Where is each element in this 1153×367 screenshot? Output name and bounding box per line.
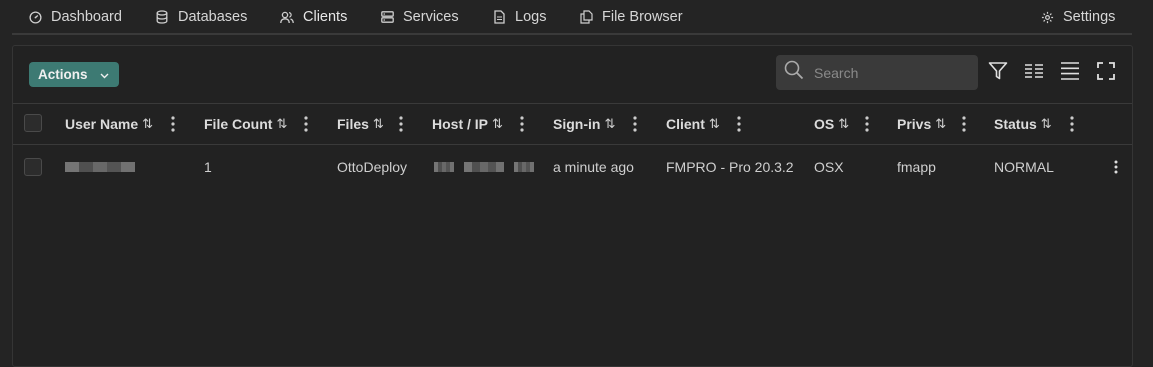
sort-icon[interactable]: ⇅ bbox=[276, 116, 287, 132]
settings-link[interactable]: Settings bbox=[1040, 0, 1115, 34]
column-menu-icon[interactable] bbox=[959, 104, 969, 144]
tab-label: Dashboard bbox=[51, 9, 122, 25]
cell-os: OSX bbox=[814, 159, 844, 175]
sort-icon[interactable]: ⇅ bbox=[492, 116, 503, 132]
sort-icon[interactable]: ⇅ bbox=[1041, 116, 1052, 132]
column-menu-icon[interactable] bbox=[862, 104, 872, 144]
table-header: User Name ⇅ File Count ⇅ Files ⇅ Host / IP ⇅… bbox=[13, 103, 1132, 145]
nav-divider bbox=[12, 33, 1132, 35]
tab-label: File Browser bbox=[602, 9, 683, 25]
settings-label: Settings bbox=[1063, 9, 1116, 25]
column-header-privs[interactable]: Privs ⇅ bbox=[897, 104, 946, 144]
gear-icon bbox=[1040, 10, 1054, 24]
row-menu-icon[interactable] bbox=[1111, 144, 1121, 190]
column-menu-icon[interactable] bbox=[734, 104, 744, 144]
sort-icon[interactable]: ⇅ bbox=[604, 116, 615, 132]
sort-icon[interactable]: ⇅ bbox=[838, 116, 849, 132]
tab-label: Clients bbox=[303, 9, 348, 25]
database-icon bbox=[155, 10, 169, 24]
filter-button[interactable] bbox=[987, 61, 1009, 86]
search-input[interactable] bbox=[812, 63, 966, 82]
table-row[interactable]: 1 OttoDeploy a minute ago FMPRO - Pro 20… bbox=[13, 144, 1132, 190]
column-header-os[interactable]: OS ⇅ bbox=[814, 104, 849, 144]
tab-label: Databases bbox=[178, 9, 248, 25]
columns-button[interactable] bbox=[1023, 62, 1045, 84]
column-menu-icon[interactable] bbox=[396, 104, 406, 144]
sort-icon[interactable]: ⇅ bbox=[142, 116, 153, 132]
column-header-host-ip[interactable]: Host / IP ⇅ bbox=[432, 104, 503, 144]
tab-label: Logs bbox=[515, 9, 547, 25]
tab-databases[interactable]: Databases bbox=[155, 0, 247, 34]
column-menu-icon[interactable] bbox=[517, 104, 527, 144]
lines-icon bbox=[1060, 61, 1080, 86]
sort-icon[interactable]: ⇅ bbox=[709, 116, 720, 132]
columns-icon bbox=[1024, 63, 1044, 84]
cell-status: NORMAL bbox=[994, 159, 1054, 175]
gauge-icon bbox=[28, 10, 42, 24]
top-nav: Dashboard Databases Clients Services Log… bbox=[0, 0, 1153, 35]
sort-icon[interactable]: ⇅ bbox=[373, 116, 384, 132]
filter-icon bbox=[988, 61, 1008, 86]
tab-logs[interactable]: Logs bbox=[492, 0, 546, 34]
column-menu-icon[interactable] bbox=[1067, 104, 1077, 144]
tab-label: Services bbox=[403, 9, 459, 25]
clients-panel: Actions User Name⇅ File Count⇅ bbox=[12, 45, 1133, 367]
column-header-status[interactable]: Status ⇅ bbox=[994, 104, 1052, 144]
column-menu-icon[interactable] bbox=[630, 104, 640, 144]
row-checkbox[interactable] bbox=[24, 158, 42, 176]
files-icon bbox=[579, 10, 593, 24]
document-icon bbox=[492, 10, 506, 24]
select-all-checkbox[interactable] bbox=[24, 114, 42, 132]
redacted-host-ip bbox=[434, 162, 454, 172]
cell-privs: fmapp bbox=[897, 159, 936, 175]
column-menu-icon[interactable] bbox=[168, 104, 178, 144]
fullscreen-icon bbox=[1097, 61, 1115, 85]
column-header-user-name[interactable]: User Name ⇅ bbox=[65, 104, 153, 144]
actions-button[interactable]: Actions bbox=[29, 62, 119, 87]
density-button[interactable] bbox=[1059, 61, 1081, 86]
redacted-host-ip-part bbox=[514, 162, 534, 172]
tab-clients[interactable]: Clients bbox=[262, 0, 364, 35]
tab-file-browser[interactable]: File Browser bbox=[579, 0, 683, 34]
cell-sign-in: a minute ago bbox=[553, 159, 634, 175]
cell-user-name bbox=[65, 144, 135, 190]
column-header-files[interactable]: Files ⇅ bbox=[337, 104, 384, 144]
users-icon bbox=[280, 10, 294, 24]
search-box[interactable] bbox=[776, 55, 978, 90]
server-icon bbox=[380, 10, 394, 24]
search-icon bbox=[784, 60, 804, 85]
column-header-file-count[interactable]: File Count ⇅ bbox=[204, 104, 287, 144]
actions-label: Actions bbox=[38, 67, 88, 82]
cell-host-ip bbox=[434, 144, 534, 190]
fullscreen-button[interactable] bbox=[1095, 61, 1117, 85]
column-header-sign-in[interactable]: Sign-in ⇅ bbox=[553, 104, 615, 144]
cell-client: FMPRO - Pro 20.3.2 bbox=[666, 159, 794, 175]
redacted-host-ip-part bbox=[464, 162, 504, 172]
cell-file-count: 1 bbox=[204, 159, 212, 175]
column-menu-icon[interactable] bbox=[301, 104, 311, 144]
sort-icon[interactable]: ⇅ bbox=[935, 116, 946, 132]
tab-dashboard[interactable]: Dashboard bbox=[28, 0, 122, 34]
chevron-down-icon bbox=[100, 67, 109, 82]
column-header-client[interactable]: Client ⇅ bbox=[666, 104, 720, 144]
redacted-user-name bbox=[65, 162, 135, 172]
tab-services[interactable]: Services bbox=[380, 0, 459, 34]
cell-files: OttoDeploy bbox=[337, 159, 408, 175]
